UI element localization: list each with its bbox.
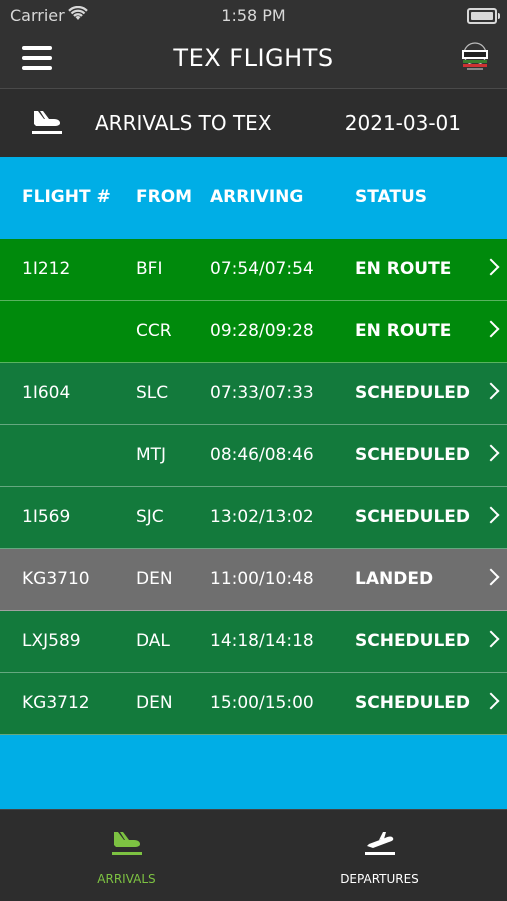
airplane-arrival-icon <box>30 107 64 137</box>
column-header-status: STATUS <box>355 187 428 207</box>
tab-departures[interactable]: DEPARTURES <box>253 810 506 901</box>
column-header-from: FROM <box>136 187 193 207</box>
column-header-flight: FLIGHT # <box>22 187 111 207</box>
tab-arrivals[interactable]: ARRIVALS <box>0 810 253 901</box>
table-header: FLIGHT # FROM ARRIVING STATUS <box>0 157 507 239</box>
arrival-times: 14:18/14:18 <box>210 631 314 651</box>
battery-icon <box>467 8 500 24</box>
origin-airport: DAL <box>136 631 170 651</box>
flight-status: SCHEDULED <box>355 383 471 403</box>
arrival-times: 07:54/07:54 <box>210 259 314 279</box>
flight-number: KG3712 <box>22 693 90 713</box>
date-label[interactable]: 2021-03-01 <box>345 111 461 135</box>
origin-airport: SJC <box>136 507 164 527</box>
flight-status: LANDED <box>355 569 434 589</box>
flight-number: LXJ589 <box>22 631 81 651</box>
origin-airport: DEN <box>136 693 173 713</box>
tab-label-arrivals: ARRIVALS <box>97 872 156 886</box>
flights-table: FLIGHT # FROM ARRIVING STATUS 1I212 BFI … <box>0 157 507 809</box>
clock: 1:58 PM <box>221 6 286 25</box>
table-row[interactable]: 1I212 BFI 07:54/07:54 EN ROUTE <box>0 239 507 301</box>
tab-label-departures: DEPARTURES <box>340 872 419 886</box>
chevron-right-icon <box>482 382 500 400</box>
arrival-times: 09:28/09:28 <box>210 321 314 341</box>
airplane-departure-icon <box>363 828 397 858</box>
flight-number: 1I569 <box>22 507 71 527</box>
news-logo-icon[interactable] <box>459 40 491 74</box>
chevron-right-icon <box>482 506 500 524</box>
flight-status: SCHEDULED <box>355 631 471 651</box>
table-row[interactable]: MTJ 08:46/08:46 SCHEDULED <box>0 425 507 487</box>
flight-number: 1I212 <box>22 259 71 279</box>
flight-status: EN ROUTE <box>355 259 452 279</box>
flight-status: EN ROUTE <box>355 321 452 341</box>
flight-status: SCHEDULED <box>355 507 471 527</box>
chevron-right-icon <box>482 630 500 648</box>
arrival-times: 11:00/10:48 <box>210 569 314 589</box>
chevron-right-icon <box>482 692 500 710</box>
origin-airport: BFI <box>136 259 163 279</box>
flight-number: 1I604 <box>22 383 71 403</box>
origin-airport: MTJ <box>136 445 167 465</box>
table-row[interactable]: KG3712 DEN 15:00/15:00 SCHEDULED <box>0 673 507 735</box>
page-title: ARRIVALS TO TEX <box>95 111 272 135</box>
origin-airport: DEN <box>136 569 173 589</box>
table-row[interactable]: KG3710 DEN 11:00/10:48 LANDED <box>0 549 507 611</box>
nav-bar: TEX FLIGHTS <box>0 30 507 89</box>
arrival-times: 08:46/08:46 <box>210 445 314 465</box>
arrival-times: 13:02/13:02 <box>210 507 314 527</box>
chevron-right-icon <box>482 320 500 338</box>
status-bar: Carrier 1:58 PM <box>0 0 507 30</box>
chevron-right-icon <box>482 568 500 586</box>
airplane-arrival-icon <box>110 828 144 858</box>
flight-status: SCHEDULED <box>355 693 471 713</box>
chevron-right-icon <box>482 444 500 462</box>
table-row[interactable]: 1I569 SJC 13:02/13:02 SCHEDULED <box>0 487 507 549</box>
flight-number: KG3710 <box>22 569 90 589</box>
subheader: ARRIVALS TO TEX 2021-03-01 <box>0 89 507 157</box>
app-title: TEX FLIGHTS <box>173 44 334 72</box>
chevron-right-icon <box>482 258 500 276</box>
arrival-times: 15:00/15:00 <box>210 693 314 713</box>
flight-status: SCHEDULED <box>355 445 471 465</box>
table-row[interactable]: CCR 09:28/09:28 EN ROUTE <box>0 301 507 363</box>
tab-bar: ARRIVALS DEPARTURES <box>0 809 507 901</box>
origin-airport: SLC <box>136 383 169 403</box>
arrival-times: 07:33/07:33 <box>210 383 314 403</box>
origin-airport: CCR <box>136 321 172 341</box>
column-header-arriving: ARRIVING <box>210 187 304 207</box>
table-row[interactable]: 1I604 SLC 07:33/07:33 SCHEDULED <box>0 363 507 425</box>
table-row[interactable]: LXJ589 DAL 14:18/14:18 SCHEDULED <box>0 611 507 673</box>
